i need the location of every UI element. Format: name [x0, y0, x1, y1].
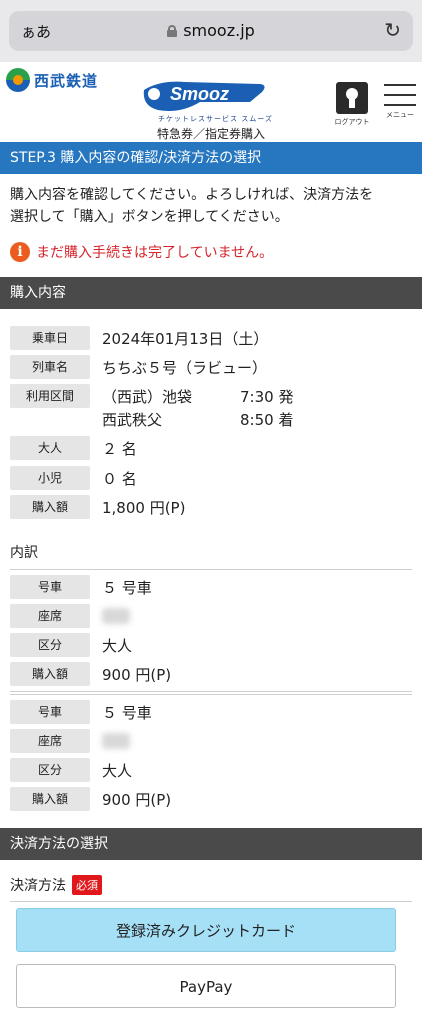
payment-label-text: 決済方法	[10, 878, 66, 894]
date-label: 乗車日	[10, 326, 90, 350]
child-row: 小児 ０ 名	[10, 466, 137, 490]
breakdown-1-type-row: 区分 大人	[10, 633, 132, 657]
purchase-section-header: 購入内容	[0, 277, 422, 309]
child-value: ０ 名	[102, 469, 137, 488]
divider	[10, 901, 412, 902]
intro-text: 購入内容を確認してください。よろしければ、決済方法を 選択して「購入」ボタンを押…	[10, 184, 414, 228]
url-display[interactable]: smooz.jp	[9, 21, 413, 40]
seat-value-redacted	[102, 608, 130, 624]
seat-label: 座席	[10, 729, 90, 753]
reload-icon[interactable]: ↻	[384, 18, 401, 42]
amount-row: 購入額 1,800 円(P)	[10, 495, 185, 519]
intro-line-1: 購入内容を確認してください。よろしければ、決済方法を	[10, 187, 374, 203]
seibu-railway-logo[interactable]: 西武鉄道	[6, 68, 98, 92]
breakdown-1-seat-row: 座席	[10, 604, 130, 628]
amount-value: 1,800 円(P)	[102, 498, 186, 517]
divider	[10, 694, 412, 695]
warning-text: まだ購入手続きは完了していません。	[36, 245, 274, 261]
train-label: 列車名	[10, 355, 90, 379]
from-station: （西武）池袋	[102, 388, 193, 406]
type-value: 大人	[102, 636, 133, 655]
amount-label: 購入額	[10, 662, 90, 686]
adult-value: ２ 名	[102, 439, 137, 458]
incomplete-warning: i まだ購入手続きは完了していません。	[10, 242, 273, 262]
user-icon	[336, 82, 368, 114]
seat-label: 座席	[10, 604, 90, 628]
info-icon: i	[10, 242, 30, 262]
breakdown-1-car-row: 号車 ５ 号車	[10, 575, 152, 599]
date-value: 2024年01月13日（土）	[102, 329, 269, 348]
train-value: ちちぶ５号（ラビュー）	[102, 358, 268, 377]
car-label: 号車	[10, 700, 90, 724]
train-row: 列車名 ちちぶ５号（ラビュー）	[10, 355, 267, 379]
car-value: ５ 号車	[102, 703, 152, 722]
seat-value-redacted	[102, 733, 130, 749]
adult-label: 大人	[10, 436, 90, 460]
payment-section-header: 決済方法の選択	[0, 828, 422, 860]
logout-label: ログアウト	[334, 118, 370, 126]
breakdown-title: 内訳	[10, 545, 38, 561]
site-header: 西武鉄道 Smooz チケットレスサービス スムーズ 特急券／指定券購入 ログア…	[0, 62, 422, 142]
service-tagline: チケットレスサービス スムーズ	[158, 115, 273, 123]
lock-icon	[167, 25, 178, 37]
car-value: ５ 号車	[102, 578, 152, 597]
breakdown-2-amount-row: 購入額 900 円(P)	[10, 787, 171, 811]
smooz-logo: Smooz	[143, 81, 265, 111]
breakdown-2-seat-row: 座席	[10, 729, 130, 753]
amount-label: 購入額	[10, 495, 90, 519]
railway-name: 西武鉄道	[34, 71, 99, 90]
divider	[10, 691, 412, 692]
logout-button[interactable]: ログアウト	[334, 82, 370, 128]
domain-text: smooz.jp	[183, 21, 255, 40]
breakdown-1-amount-row: 購入額 900 円(P)	[10, 662, 171, 686]
menu-button[interactable]: メニュー	[382, 84, 418, 128]
amount-label: 購入額	[10, 787, 90, 811]
intro-line-2: 選択して「購入」ボタンを押してください。	[10, 209, 289, 225]
breakdown-2-type-row: 区分 大人	[10, 758, 132, 782]
smooz-logo-text: Smooz	[170, 84, 229, 104]
paypay-button[interactable]: PayPay	[16, 964, 396, 1008]
breakdown-2-car-row: 号車 ５ 号車	[10, 700, 152, 724]
amount-value: 900 円(P)	[102, 665, 172, 684]
to-time: 8:50 着	[240, 411, 294, 429]
divider	[10, 569, 412, 570]
to-station: 西武秩父	[102, 411, 163, 429]
credit-card-button[interactable]: 登録済みクレジットカード	[16, 908, 396, 952]
seibu-emblem-icon	[6, 68, 30, 92]
step-title-bar: STEP.3 購入内容の確認/決済方法の選択	[0, 142, 422, 174]
route-row: 利用区間	[10, 384, 90, 408]
type-label: 区分	[10, 633, 90, 657]
required-badge: 必須	[72, 875, 102, 895]
menu-label: メニュー	[386, 111, 414, 119]
route-label: 利用区間	[10, 384, 90, 408]
address-bar[interactable]: ぁあ smooz.jp ↻	[9, 11, 413, 51]
child-label: 小児	[10, 466, 90, 490]
car-label: 号車	[10, 575, 90, 599]
payment-method-label: 決済方法 必須	[10, 875, 102, 895]
amount-value: 900 円(P)	[102, 790, 172, 809]
browser-toolbar: ぁあ smooz.jp ↻	[0, 0, 422, 62]
date-row: 乗車日 2024年01月13日（土）	[10, 326, 268, 350]
hamburger-icon	[382, 84, 418, 106]
type-label: 区分	[10, 758, 90, 782]
adult-row: 大人 ２ 名	[10, 436, 137, 460]
type-value: 大人	[102, 761, 133, 780]
from-time: 7:30 発	[240, 388, 294, 406]
